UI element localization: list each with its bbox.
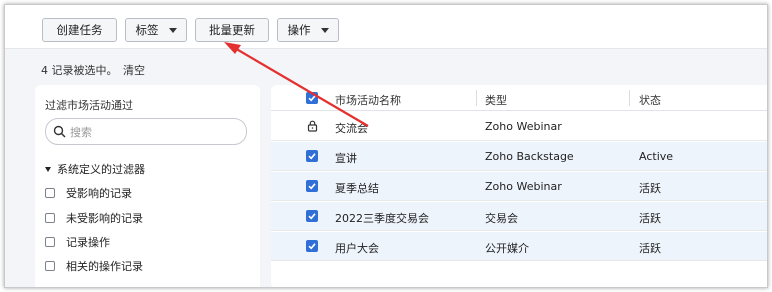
tags-label: 标签	[135, 23, 159, 37]
row-checkbox[interactable]	[306, 240, 318, 252]
column-header-type[interactable]: 类型	[485, 92, 507, 108]
checkbox-checked-icon	[308, 243, 316, 250]
filter-search-box[interactable]	[45, 118, 247, 145]
toolbar: 创建任务 标签 批量更新 操作	[5, 5, 767, 49]
checkbox-icon[interactable]	[45, 188, 55, 198]
checkbox-icon[interactable]	[45, 261, 55, 271]
create-task-label: 创建任务	[56, 23, 103, 37]
checkbox-checked-icon	[308, 183, 316, 190]
column-divider[interactable]	[476, 90, 477, 106]
checkbox-checked-icon	[308, 95, 316, 102]
caret-down-icon	[320, 27, 329, 33]
tags-dropdown-button[interactable]: 标签	[125, 18, 187, 42]
cell-name[interactable]: 用户大会	[335, 240, 379, 256]
cell-status: Active	[639, 150, 674, 163]
system-filters-section[interactable]: 系统定义的过滤器	[45, 161, 145, 177]
cell-status: 活跃	[639, 182, 661, 195]
cell-name[interactable]: 交流会	[335, 120, 368, 136]
select-all-checkbox[interactable]	[306, 92, 318, 104]
filter-item-unaffected-records[interactable]: 未受影响的记录	[45, 210, 143, 226]
caret-down-icon	[168, 27, 177, 33]
selection-bar: 4 记录被选中。 清空	[5, 50, 767, 84]
clear-selection-link[interactable]: 清空	[123, 62, 145, 78]
filter-item-label: 相关的操作记录	[66, 260, 143, 273]
cell-name[interactable]: 夏季总结	[335, 180, 379, 196]
cell-name[interactable]: 宣讲	[335, 150, 357, 166]
table-row[interactable]: 2022三季度交易会 交易会 活跃	[271, 202, 767, 231]
selection-count: 4 记录被选中。	[41, 64, 118, 77]
cell-type: Zoho Backstage	[485, 150, 574, 163]
campaign-table: 市场活动名称 类型 状态 交流会 Zoho Webinar 宣讲 Zoho Ba…	[271, 85, 767, 287]
cell-type: Zoho Webinar	[485, 120, 562, 133]
actions-label: 操作	[287, 23, 311, 37]
bulk-update-button[interactable]: 批量更新	[195, 18, 269, 42]
filter-item-label: 记录操作	[66, 236, 110, 249]
system-filters-label: 系统定义的过滤器	[57, 163, 145, 176]
checkbox-icon[interactable]	[45, 237, 55, 247]
filter-panel-title: 过滤市场活动通过	[45, 99, 133, 112]
filter-item-label: 未受影响的记录	[66, 212, 143, 225]
table-row[interactable]: 交流会 Zoho Webinar	[271, 112, 767, 141]
table-row[interactable]: 宣讲 Zoho Backstage Active	[271, 142, 767, 171]
table-row[interactable]: 夏季总结 Zoho Webinar 活跃	[271, 172, 767, 201]
create-task-button[interactable]: 创建任务	[42, 18, 117, 42]
table-row[interactable]: 用户大会 公开媒介 活跃	[271, 232, 767, 261]
checkbox-icon[interactable]	[45, 213, 55, 223]
lock-icon	[307, 120, 318, 132]
column-header-status[interactable]: 状态	[639, 92, 661, 108]
row-checkbox[interactable]	[306, 150, 318, 162]
cell-status: 活跃	[639, 242, 661, 255]
app-window: 创建任务 标签 批量更新 操作 4 记录被选中。 清空 过滤市场活动通过 系统定	[4, 4, 768, 288]
filter-item-record-actions[interactable]: 记录操作	[45, 234, 110, 250]
caret-down-icon	[45, 166, 51, 172]
filter-panel: 过滤市场活动通过 系统定义的过滤器 受影响的记录 未受影响的记录 记录操作 相关…	[35, 85, 260, 287]
checkbox-checked-icon	[308, 153, 316, 160]
row-checkbox[interactable]	[306, 210, 318, 222]
cell-status: 活跃	[639, 212, 661, 225]
filter-item-related-action-records[interactable]: 相关的操作记录	[45, 258, 143, 274]
checkbox-checked-icon	[308, 213, 316, 220]
column-header-name[interactable]: 市场活动名称	[335, 92, 401, 108]
filter-item-affected-records[interactable]: 受影响的记录	[45, 185, 132, 201]
column-divider[interactable]	[629, 90, 630, 106]
filter-search-input[interactable]	[70, 123, 240, 141]
row-checkbox[interactable]	[306, 180, 318, 192]
cell-type: 交易会	[485, 212, 518, 225]
actions-dropdown-button[interactable]: 操作	[277, 18, 339, 42]
cell-name[interactable]: 2022三季度交易会	[335, 210, 429, 226]
cell-type: Zoho Webinar	[485, 180, 562, 193]
bulk-update-label: 批量更新	[209, 23, 255, 37]
cell-type: 公开媒介	[485, 242, 529, 255]
search-icon	[53, 125, 66, 138]
table-header: 市场活动名称 类型 状态	[271, 85, 767, 111]
filter-item-label: 受影响的记录	[66, 187, 132, 200]
